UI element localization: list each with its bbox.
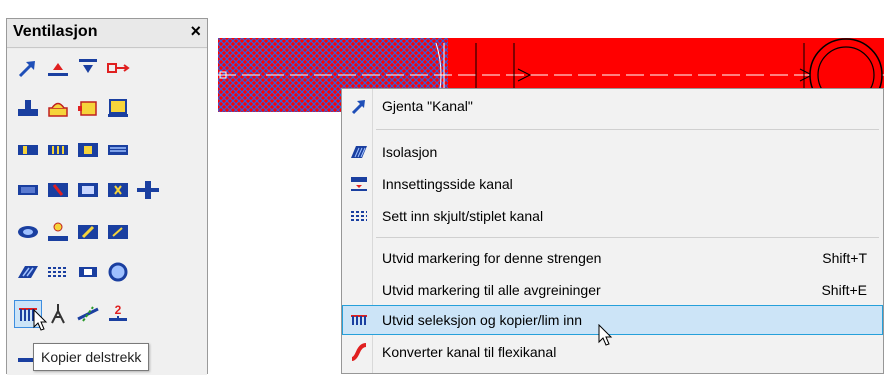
- silencer-tool-icon[interactable]: [45, 137, 71, 163]
- fire-damper-tool-icon[interactable]: [45, 177, 71, 203]
- menu-item-label: Gjenta "Kanal": [382, 98, 473, 114]
- cut-duct-tool-icon[interactable]: [75, 301, 101, 327]
- diffuser-tool-icon[interactable]: [45, 95, 71, 121]
- mouse-cursor-icon: [33, 309, 48, 331]
- tee-tool-icon[interactable]: [15, 95, 41, 121]
- unit-tool-icon[interactable]: [105, 95, 131, 121]
- menu-item-label: Innsettingsside kanal: [382, 176, 513, 192]
- box-tool-icon[interactable]: [75, 95, 101, 121]
- menu-item-insert-side[interactable]: Innsettingsside kanal: [342, 169, 883, 199]
- duct-end-tool-icon[interactable]: [105, 55, 131, 81]
- menu-separator: [376, 129, 879, 130]
- ventilation-palette: Ventilasjon × 2 Kopier delstrekk: [6, 18, 208, 375]
- round-duct-tool-icon[interactable]: [15, 219, 41, 245]
- heater-tool-icon[interactable]: [105, 177, 131, 203]
- reducer-tool-icon[interactable]: [15, 177, 41, 203]
- menu-item-hidden-duct[interactable]: Sett inn skjult/stiplet kanal: [342, 201, 883, 231]
- filter-tool-icon[interactable]: [75, 177, 101, 203]
- grille-tool-icon[interactable]: [105, 137, 131, 163]
- fan-tool-icon[interactable]: [75, 137, 101, 163]
- menu-item-label: Konverter kanal til flexikanal: [382, 344, 557, 360]
- menu-item-label: Utvid markering til alle avgreininger: [382, 282, 601, 298]
- valve-tool-icon[interactable]: [75, 219, 101, 245]
- svg-text:2: 2: [115, 303, 122, 317]
- menu-item-extend-branches[interactable]: Utvid markering til alle avgreininger Sh…: [342, 275, 883, 305]
- repeat-arrow-icon: [350, 97, 368, 115]
- menu-item-extend-string[interactable]: Utvid markering for denne strengen Shift…: [342, 243, 883, 273]
- menu-separator: [376, 237, 879, 238]
- connector-tool-icon[interactable]: [135, 177, 161, 203]
- insulation-tool-icon[interactable]: [15, 259, 41, 285]
- section-tool-icon[interactable]: [75, 259, 101, 285]
- insert-side-icon: [350, 175, 368, 193]
- dashed-duct-tool-icon[interactable]: [45, 259, 71, 285]
- duct-up-tool-icon[interactable]: [45, 55, 71, 81]
- flow-tool-icon[interactable]: [105, 219, 131, 245]
- menu-item-repeat-duct[interactable]: Gjenta "Kanal": [342, 91, 883, 121]
- mouse-cursor-icon: [598, 324, 613, 346]
- level-tool-icon[interactable]: 2: [105, 301, 131, 327]
- palette-titlebar: Ventilasjon ×: [7, 19, 207, 48]
- round-outlet-tool-icon[interactable]: [105, 259, 131, 285]
- branch-copy-icon: [350, 311, 368, 329]
- menu-item-label: Sett inn skjult/stiplet kanal: [382, 208, 544, 224]
- menu-item-label: Utvid seleksjon og kopier/lim inn: [382, 312, 582, 328]
- tooltip: Kopier delstrekk: [33, 343, 150, 371]
- insulation-hatch-icon: [350, 143, 368, 161]
- flex-duct-icon: [350, 343, 368, 361]
- duct-arrow-tool-icon[interactable]: [15, 55, 41, 81]
- palette-title: Ventilasjon: [13, 23, 98, 40]
- menu-item-label: Utvid markering for denne strengen: [382, 250, 602, 266]
- menu-item-label: Isolasjon: [382, 144, 438, 160]
- damper-tool-icon[interactable]: [15, 137, 41, 163]
- menu-item-shortcut: Shift+T: [822, 250, 867, 266]
- person-tool-icon[interactable]: [45, 219, 71, 245]
- duct-down-tool-icon[interactable]: [75, 55, 101, 81]
- menu-item-shortcut: Shift+E: [821, 282, 867, 298]
- dashed-duct-icon: [350, 207, 368, 225]
- close-icon[interactable]: ×: [190, 21, 201, 42]
- menu-item-insulation[interactable]: Isolasjon: [342, 137, 883, 167]
